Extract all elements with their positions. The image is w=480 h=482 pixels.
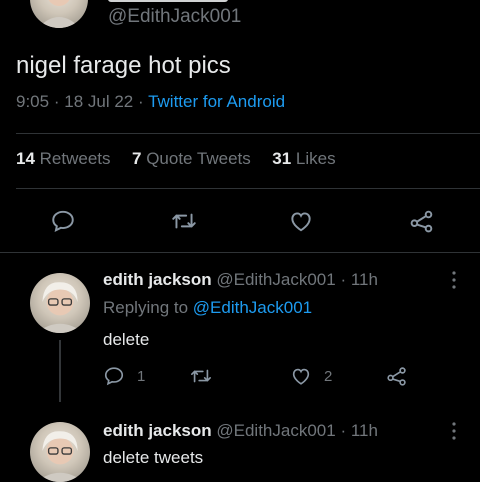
retweet-icon[interactable]: [189, 365, 213, 387]
thread-line: [59, 340, 61, 402]
retweets-stat[interactable]: 14 Retweets: [16, 149, 111, 168]
reply-text: delete tweets: [103, 448, 204, 467]
reply-icon[interactable]: [50, 208, 76, 234]
reply-action-bar: 1 2: [103, 365, 423, 389]
reply-header: edith jackson @EdithJack001 · 11h: [103, 421, 378, 441]
author-name-cutoff: [108, 0, 228, 2]
reply-author-handle: @EdithJack001: [216, 270, 336, 289]
divider: [16, 188, 480, 189]
likes-count: 31: [272, 149, 292, 168]
like-icon[interactable]: [290, 365, 312, 387]
reply-time: 11h: [350, 270, 378, 289]
divider: [16, 133, 480, 134]
reply-author-name[interactable]: edith jackson: [103, 421, 212, 440]
meta-separator: ·: [53, 92, 60, 111]
author-handle: @EdithJack001: [108, 6, 242, 27]
author-avatar[interactable]: [30, 0, 88, 28]
reply-author-name[interactable]: edith jackson: [103, 270, 212, 289]
like-count: 2: [324, 368, 333, 385]
share-icon[interactable]: [409, 208, 435, 234]
retweets-label: Retweets: [39, 149, 111, 168]
likes-label: Likes: [295, 149, 336, 168]
reply-header: edith jackson @EdithJack001 · 11h: [103, 270, 378, 290]
retweet-icon[interactable]: [170, 208, 198, 234]
quotes-stat[interactable]: 7 Quote Tweets: [132, 149, 251, 168]
replying-to-prefix: Replying to: [103, 298, 189, 317]
replying-to-link[interactable]: @EdithJack001: [193, 298, 312, 317]
reply-avatar[interactable]: [30, 422, 90, 482]
more-options-icon[interactable]: [451, 270, 457, 290]
reply-count: 1: [137, 368, 146, 385]
replying-to: Replying to @EdithJack001: [103, 298, 312, 318]
tweet-client-link[interactable]: Twitter for Android: [148, 92, 285, 111]
tweet-time: 9:05: [16, 92, 50, 111]
reply-text: delete: [103, 330, 150, 349]
reply-icon[interactable]: [103, 365, 125, 387]
more-options-icon[interactable]: [451, 421, 457, 441]
reply-avatar[interactable]: [30, 273, 90, 333]
quotes-label: Quote Tweets: [146, 149, 251, 168]
meta-separator: ·: [137, 92, 144, 111]
meta-separator: ·: [340, 270, 347, 289]
likes-stat[interactable]: 31 Likes: [272, 149, 335, 168]
quotes-count: 7: [132, 149, 142, 168]
tweet-meta: 9:05 · 18 Jul 22 · Twitter for Android: [16, 92, 285, 112]
meta-separator: ·: [340, 421, 347, 440]
tweet-text: nigel farage hot pics: [16, 52, 231, 79]
tweet-date: 18 Jul 22: [64, 92, 134, 111]
reply-author-handle: @EdithJack001: [216, 421, 336, 440]
like-icon[interactable]: [288, 208, 314, 234]
divider: [0, 252, 480, 253]
share-icon[interactable]: [386, 365, 408, 387]
reply-time: 11h: [350, 421, 378, 440]
tweet-stats: 14 Retweets 7 Quote Tweets 31 Likes: [16, 149, 336, 169]
retweets-count: 14: [16, 149, 35, 168]
